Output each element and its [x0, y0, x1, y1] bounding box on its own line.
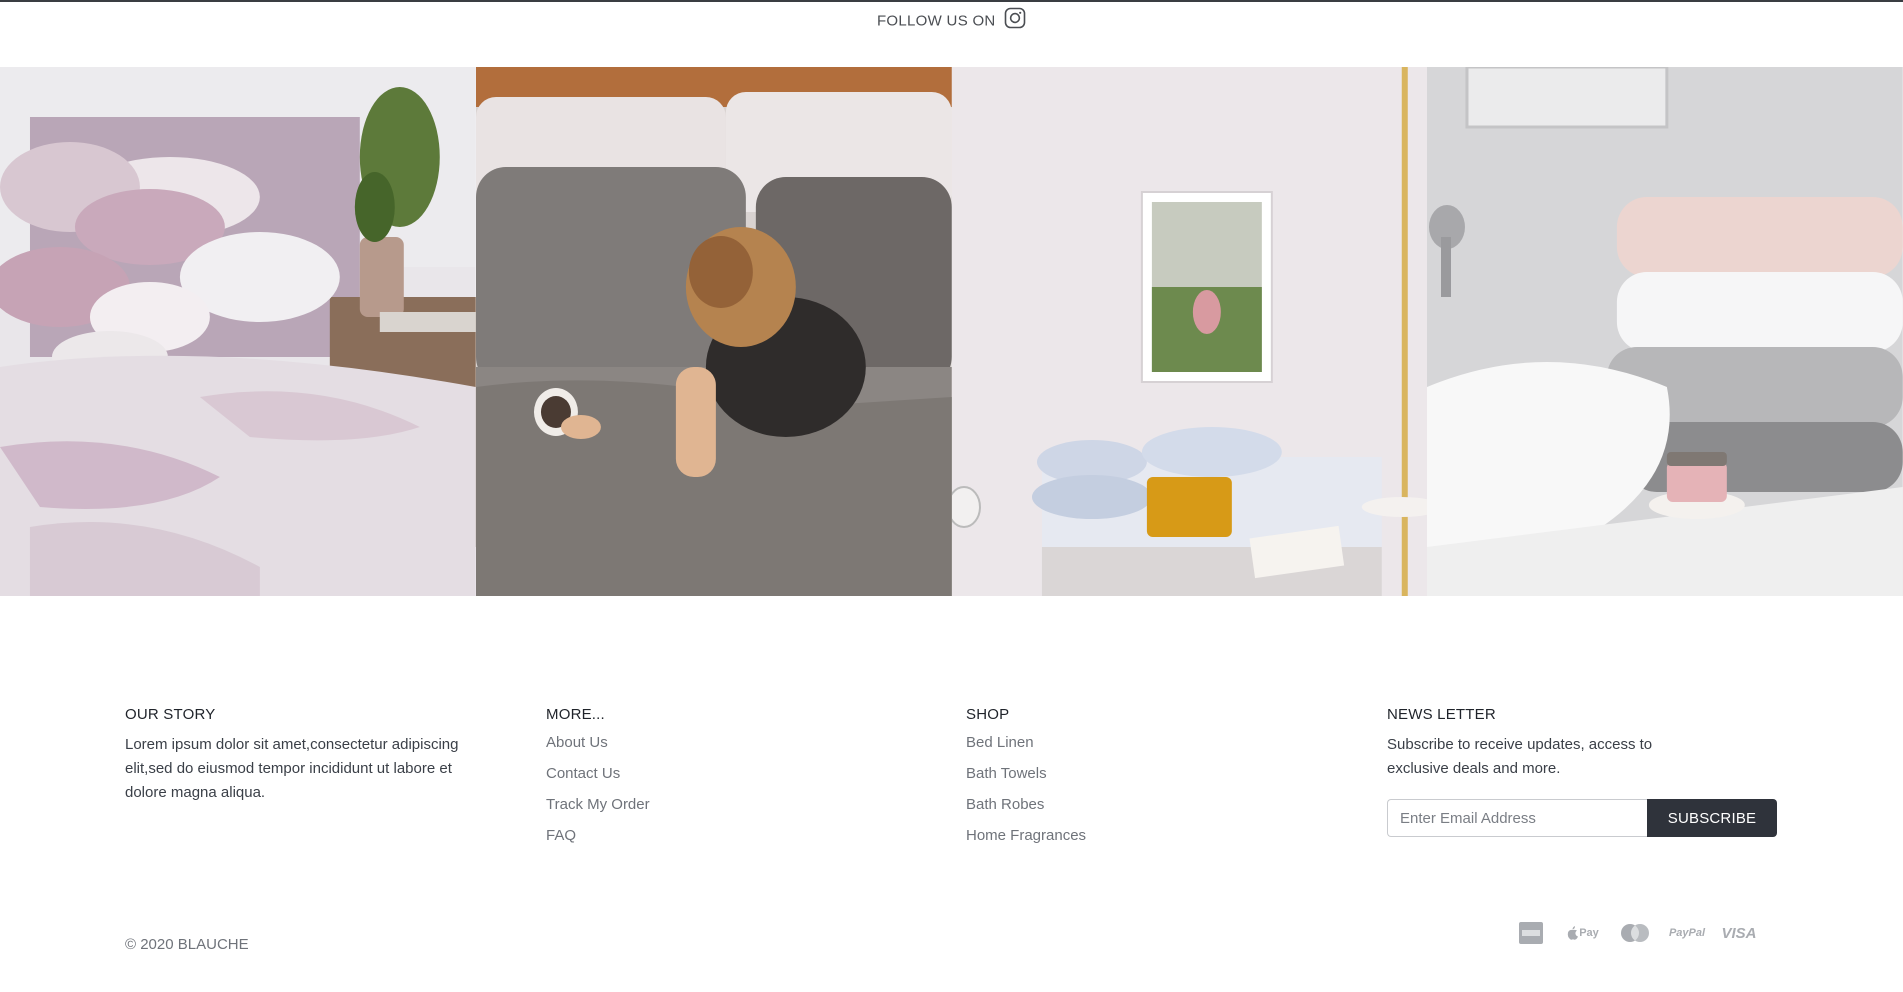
- apple-pay-icon: Pay: [1564, 920, 1602, 946]
- link-bed-linen[interactable]: Bed Linen: [966, 733, 1266, 753]
- shop-heading: SHOP: [966, 706, 1010, 723]
- link-bath-robes[interactable]: Bath Robes: [966, 795, 1266, 815]
- visa-label: VISA: [1721, 924, 1757, 942]
- instagram-gallery: [0, 67, 1903, 596]
- newsletter-section: NEWS LETTER Subscribe to receive updates…: [1387, 706, 1777, 837]
- newsletter-form: SUBSCRIBE: [1387, 799, 1777, 837]
- subscribe-button[interactable]: SUBSCRIBE: [1647, 799, 1777, 837]
- email-input[interactable]: [1387, 799, 1647, 837]
- shop-links-section: SHOP Bed Linen Bath Towels Bath Robes Ho…: [966, 706, 1266, 857]
- link-faq[interactable]: FAQ: [546, 826, 846, 846]
- more-heading: MORE...: [546, 706, 605, 723]
- payment-methods: Pay PayPal VISA: [1512, 920, 1758, 946]
- gallery-image-bedroom[interactable]: [0, 67, 476, 596]
- newsletter-text: Subscribe to receive updates, access to …: [1387, 736, 1653, 777]
- follow-us-label: FOLLOW US ON: [876, 12, 996, 30]
- link-about-us[interactable]: About Us: [546, 733, 846, 753]
- paypal-label: PayPal: [1668, 927, 1706, 939]
- amex-icon: [1512, 920, 1550, 946]
- more-links-section: MORE... About Us Contact Us Track My Ord…: [546, 706, 846, 857]
- gallery-image-woman-in-bed[interactable]: [475, 67, 952, 596]
- shop-links-list: Bed Linen Bath Towels Bath Robes Home Fr…: [966, 733, 1266, 846]
- top-divider: [0, 0, 1903, 2]
- gallery-image-white-bedroom[interactable]: [951, 67, 1428, 596]
- newsletter-heading: NEWS LETTER: [1387, 706, 1496, 723]
- our-story-text: Lorem ipsum dolor sit amet,consectetur a…: [125, 736, 459, 801]
- link-home-fragrances[interactable]: Home Fragrances: [966, 826, 1266, 846]
- link-bath-towels[interactable]: Bath Towels: [966, 764, 1266, 784]
- visa-icon: VISA: [1720, 920, 1758, 946]
- paypal-icon: PayPal: [1668, 920, 1706, 946]
- our-story-heading: OUR STORY: [125, 706, 216, 723]
- gallery-image-bathroom-towels[interactable]: [1427, 67, 1903, 596]
- link-contact-us[interactable]: Contact Us: [546, 764, 846, 784]
- copyright-text: © 2020 BLAUCHE: [125, 936, 249, 953]
- follow-us-bar: FOLLOW US ON: [0, 7, 1903, 33]
- more-links-list: About Us Contact Us Track My Order FAQ: [546, 733, 846, 846]
- our-story-section: OUR STORY Lorem ipsum dolor sit amet,con…: [125, 706, 485, 805]
- mastercard-icon: [1616, 920, 1654, 946]
- link-track-my-order[interactable]: Track My Order: [546, 795, 846, 815]
- apple-pay-label: Pay: [1579, 927, 1599, 939]
- instagram-icon[interactable]: [1004, 7, 1026, 33]
